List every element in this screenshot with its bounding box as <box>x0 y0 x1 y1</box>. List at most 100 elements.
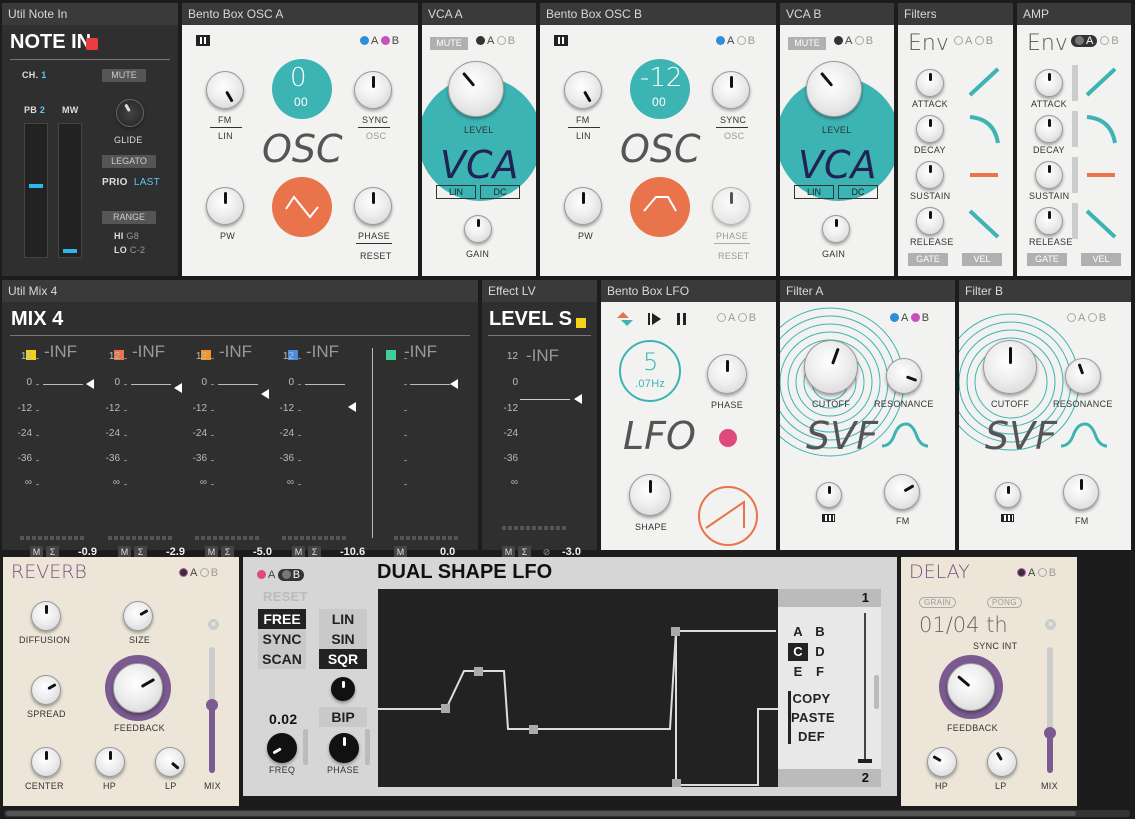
route-a[interactable]: A <box>1078 312 1085 324</box>
record-indicator[interactable] <box>86 38 98 50</box>
decay-knob[interactable] <box>916 115 944 143</box>
phase-knob[interactable] <box>707 354 747 394</box>
route-a[interactable]: A <box>845 35 852 47</box>
route-b[interactable]: B <box>392 35 399 47</box>
keyboard-icon[interactable] <box>196 35 210 46</box>
waveform-selector[interactable] <box>630 177 690 237</box>
route-b[interactable]: B <box>986 35 993 47</box>
channel-color-tag[interactable] <box>386 350 396 360</box>
lin-toggle[interactable]: LIN <box>794 185 834 199</box>
sync-button[interactable]: SYNC <box>258 629 306 649</box>
filter-type-icon[interactable] <box>880 420 930 450</box>
phase-mod-slider[interactable] <box>365 729 370 765</box>
cutoff-knob[interactable] <box>804 340 858 394</box>
fm-knob[interactable] <box>884 474 920 510</box>
shape-editor[interactable] <box>378 589 778 788</box>
lin-label[interactable]: LIN <box>218 131 233 141</box>
resonance-knob[interactable] <box>886 358 922 394</box>
shape-slot-d[interactable]: D <box>810 643 830 661</box>
center-knob[interactable] <box>31 747 61 777</box>
feedback-knob[interactable] <box>113 663 163 713</box>
close-icon[interactable]: × <box>1045 619 1056 630</box>
freq-mod-slider[interactable] <box>303 729 308 765</box>
mute-button[interactable]: MUTE <box>430 37 468 50</box>
legato-button[interactable]: LEGATO <box>102 155 156 168</box>
free-button[interactable]: FREE <box>258 609 306 629</box>
channel-fader[interactable] <box>174 383 182 393</box>
route-a[interactable]: A <box>371 35 378 47</box>
pause-icon[interactable] <box>675 312 689 326</box>
reset-label[interactable]: RESET <box>360 251 392 261</box>
sync-knob[interactable] <box>712 71 750 109</box>
bip-button[interactable]: BIP <box>319 707 367 727</box>
channel-fader[interactable] <box>86 379 94 389</box>
lin-toggle[interactable]: LIN <box>436 185 476 199</box>
phase-knob[interactable] <box>329 733 359 763</box>
pong-button[interactable]: PONG <box>987 597 1022 608</box>
level-knob[interactable] <box>448 61 504 117</box>
range-button[interactable]: RANGE <box>102 211 156 224</box>
route-a[interactable]: A <box>190 567 197 579</box>
route-a[interactable]: A <box>268 569 275 581</box>
level-knob[interactable] <box>806 61 862 117</box>
route-b[interactable]: B <box>1111 35 1118 47</box>
level-fader[interactable] <box>574 394 582 404</box>
route-a[interactable]: A <box>1071 35 1098 47</box>
pw-knob[interactable] <box>564 187 602 225</box>
route-b[interactable]: B <box>277 569 305 581</box>
sin-button[interactable]: SIN <box>319 629 367 649</box>
pw-knob[interactable] <box>206 187 244 225</box>
sustain-knob[interactable] <box>916 161 944 189</box>
route-b[interactable]: B <box>211 567 218 579</box>
time-value[interactable]: 01/04 th <box>919 613 1008 637</box>
retrigger-icon[interactable] <box>615 312 635 326</box>
fm-knob[interactable] <box>206 71 244 109</box>
sync-int-label[interactable]: SYNC INT <box>973 641 1017 651</box>
mix-slider[interactable] <box>206 647 218 773</box>
shape-slot-f[interactable]: F <box>810 663 830 681</box>
route-a[interactable]: A <box>728 312 735 324</box>
mute-button[interactable]: MUTE <box>102 69 146 82</box>
diffusion-knob[interactable] <box>31 601 61 631</box>
grain-button[interactable]: GRAIN <box>919 597 956 608</box>
color-tag[interactable] <box>576 318 586 328</box>
dc-toggle[interactable]: DC <box>480 185 520 199</box>
route-b[interactable]: B <box>1049 567 1056 579</box>
route-b[interactable]: B <box>866 35 873 47</box>
play-icon[interactable] <box>647 312 663 326</box>
route-b[interactable]: B <box>749 312 756 324</box>
fm-knob[interactable] <box>564 71 602 109</box>
keytrack-knob[interactable] <box>816 482 842 508</box>
vel-button[interactable]: VEL <box>962 253 1002 266</box>
shape-slot-a[interactable]: A <box>788 623 808 641</box>
filter-type-icon[interactable] <box>1059 420 1109 450</box>
attack-knob[interactable] <box>1035 69 1063 97</box>
release-knob[interactable] <box>1035 207 1063 235</box>
waveform-selector[interactable] <box>272 177 332 237</box>
dc-toggle[interactable]: DC <box>838 185 878 199</box>
keyboard-icon[interactable] <box>554 35 568 46</box>
route-b[interactable]: B <box>748 35 755 47</box>
shape-slot-c[interactable]: C <box>788 643 808 661</box>
paste-button[interactable]: PASTE <box>791 710 835 725</box>
shape-knob[interactable] <box>629 474 671 516</box>
lo-value[interactable]: C-2 <box>130 245 145 255</box>
channel-fader[interactable] <box>348 402 356 412</box>
shape-slot-e[interactable]: E <box>788 663 808 681</box>
shape-waveform-icon[interactable] <box>696 484 760 548</box>
route-a[interactable]: A <box>901 312 908 324</box>
pitchbend-slider[interactable] <box>24 123 48 258</box>
shape-morph-knob[interactable] <box>331 677 355 701</box>
vel-button[interactable]: VEL <box>1081 253 1121 266</box>
reset-button[interactable]: RESET <box>263 589 308 604</box>
modwheel-slider[interactable] <box>58 123 82 258</box>
sustain-knob[interactable] <box>1035 161 1063 189</box>
copy-button[interactable]: COPY <box>791 691 832 706</box>
attack-knob[interactable] <box>916 69 944 97</box>
route-a[interactable]: A <box>727 35 734 47</box>
pb-value[interactable]: 2 <box>40 105 45 115</box>
close-icon[interactable]: × <box>208 619 219 630</box>
route-a[interactable]: A <box>1028 567 1035 579</box>
cutoff-knob[interactable] <box>983 340 1037 394</box>
sync-knob[interactable] <box>354 71 392 109</box>
